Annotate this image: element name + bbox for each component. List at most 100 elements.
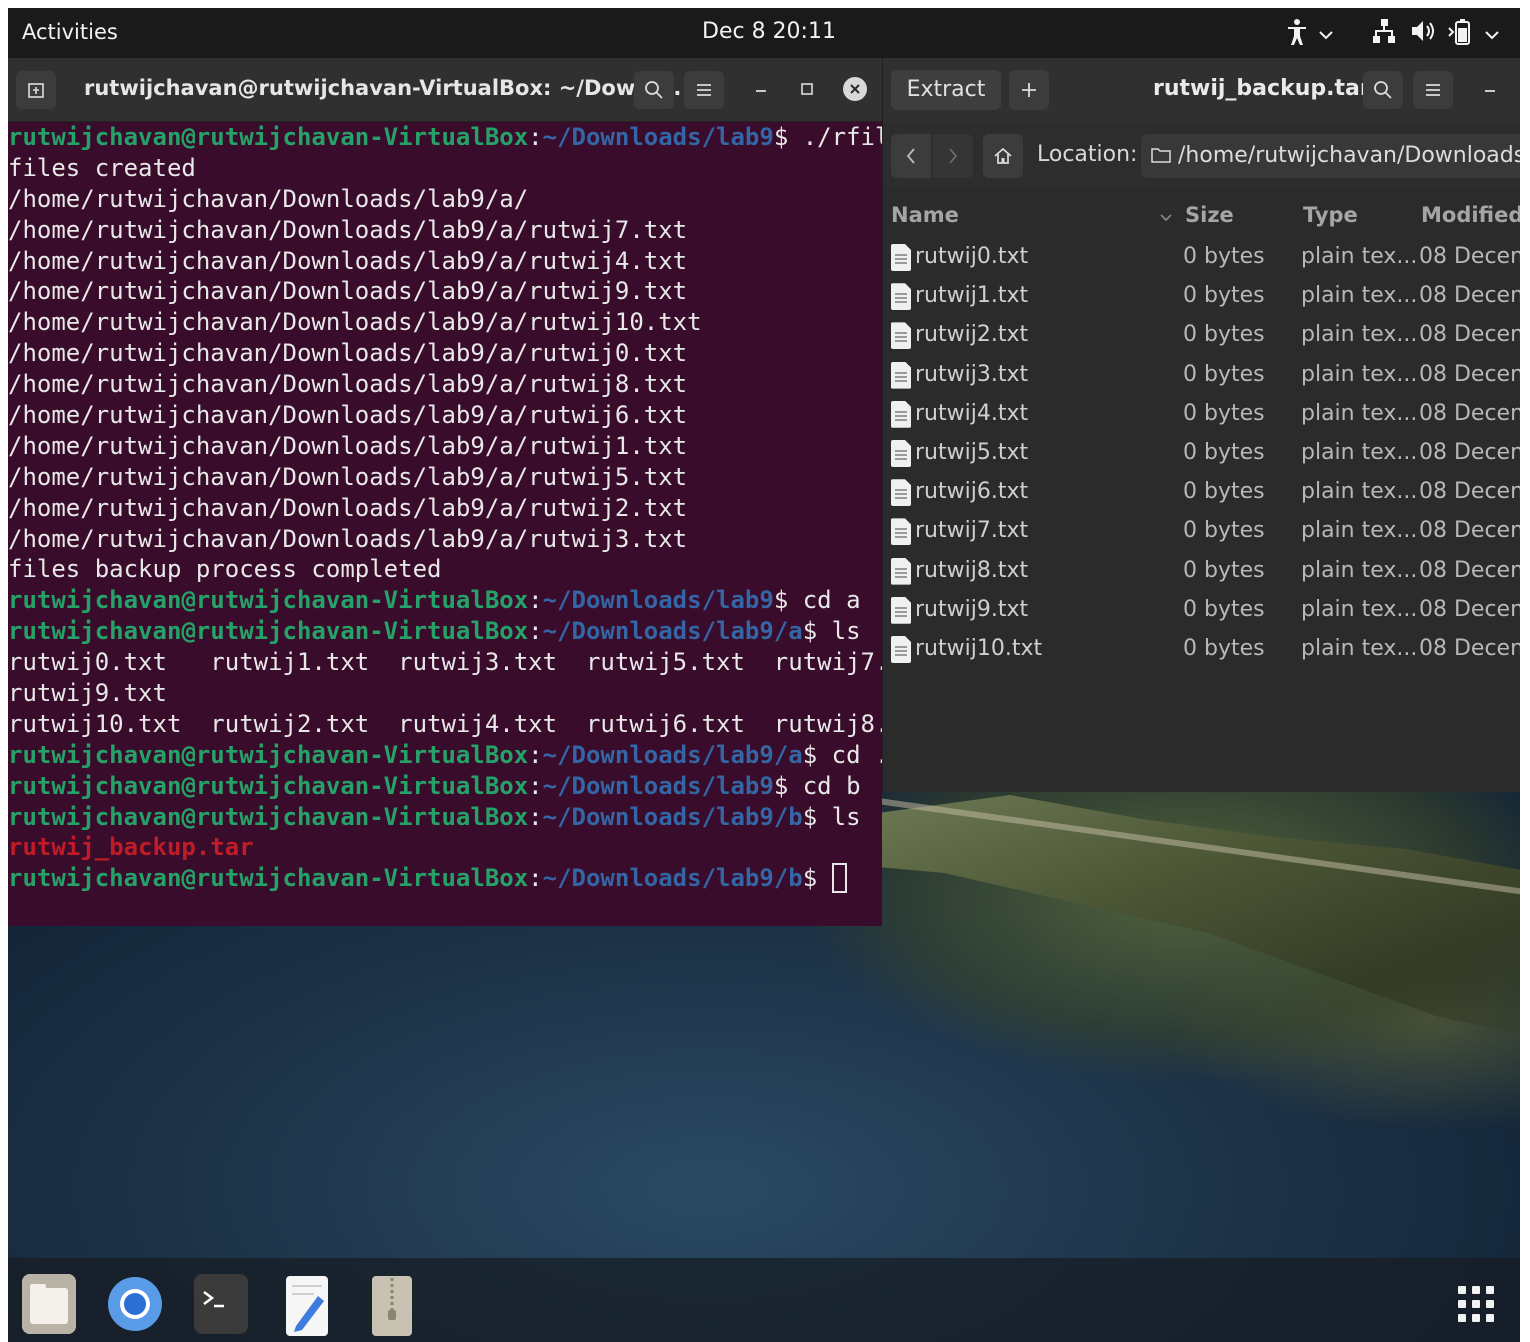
file-row[interactable]: rutwij4.txt 0 bytes plain tex...08 Decemb	[883, 395, 1520, 434]
files-icon[interactable]	[22, 1274, 76, 1334]
chevron-down-icon[interactable]	[1484, 22, 1500, 47]
output-text: /home/rutwijchavan/Downloads/lab9/a/	[8, 184, 529, 213]
terminal-menu-button[interactable]	[684, 71, 724, 109]
file-row[interactable]: rutwij1.txt 0 bytes plain tex...08 Decemb	[883, 277, 1520, 316]
terminal-output[interactable]: rutwijchavan@rutwijchavan-VirtualBox:~/D…	[8, 122, 882, 926]
text-editor-icon[interactable]	[284, 1274, 338, 1336]
minimize-icon[interactable]	[754, 78, 768, 99]
file-name: rutwij2.txt	[915, 322, 1029, 348]
prompt-user: rutwijchavan@rutwijchavan-VirtualBox	[8, 740, 529, 769]
terminal-output-line: files backup process completed	[8, 554, 882, 585]
command-text: cd b	[788, 771, 861, 800]
top-bar: Activities Dec 8 20:11	[8, 8, 1520, 58]
maximize-icon[interactable]	[800, 80, 814, 101]
chevron-down-icon[interactable]	[1318, 22, 1334, 47]
column-name[interactable]: Name	[891, 203, 959, 227]
close-icon[interactable]	[843, 77, 867, 101]
prompt-path: ~/Downloads/lab9/b	[542, 864, 803, 893]
terminal-output-line: /home/rutwijchavan/Downloads/lab9/a/rutw…	[8, 524, 882, 555]
battery-icon[interactable]	[1448, 18, 1474, 52]
volume-icon[interactable]	[1410, 18, 1436, 50]
show-apps-icon[interactable]	[1458, 1286, 1498, 1326]
file-name: rutwij9.txt	[915, 596, 1029, 622]
file-row[interactable]: rutwij2.txt 0 bytes plain tex...08 Decemb	[883, 316, 1520, 355]
terminal-search-button[interactable]	[634, 71, 674, 109]
archive-menu-button[interactable]	[1413, 71, 1453, 109]
text-file-icon	[891, 244, 911, 271]
folder-icon	[1151, 143, 1178, 168]
command-text: ls	[817, 802, 861, 831]
terminal-prompt-line: rutwijchavan@rutwijchavan-VirtualBox:~/D…	[8, 863, 882, 894]
back-button[interactable]	[891, 134, 931, 178]
clock[interactable]: Dec 8 20:11	[702, 19, 836, 44]
terminal-output-line: rutwij0.txt rutwij1.txt rutwij3.txt rutw…	[8, 647, 882, 678]
prompt-separator: :	[528, 586, 543, 615]
archive-search-button[interactable]	[1363, 71, 1403, 109]
archive-manager-icon[interactable]	[370, 1274, 424, 1336]
terminal-output-line: rutwij10.txt rutwij2.txt rutwij4.txt rut…	[8, 709, 882, 740]
terminal-output-line: /home/rutwijchavan/Downloads/lab9/a/	[8, 184, 882, 215]
home-button[interactable]	[983, 134, 1023, 178]
terminal-output-line: rutwij9.txt	[8, 678, 882, 709]
file-row[interactable]: rutwij0.txt 0 bytes plain tex...08 Decemb	[883, 238, 1520, 277]
location-field[interactable]: /home/rutwijchavan/Downloads/la	[1141, 134, 1520, 178]
prompt-user: rutwijchavan@rutwijchavan-VirtualBox	[8, 586, 529, 615]
file-row[interactable]: rutwij3.txt 0 bytes plain tex...08 Decemb	[883, 356, 1520, 395]
file-name: rutwij6.txt	[915, 479, 1029, 505]
terminal-output-line: /home/rutwijchavan/Downloads/lab9/a/rutw…	[8, 307, 882, 338]
new-tab-button[interactable]	[16, 71, 56, 109]
file-modified: 08 Decemb	[1419, 244, 1520, 269]
file-modified: 08 Decemb	[1419, 361, 1520, 387]
prompt-dollar: $	[773, 123, 789, 151]
grid-dot	[1458, 1286, 1466, 1294]
prompt-dollar: $	[802, 864, 818, 893]
terminal-output-line: /home/rutwijchavan/Downloads/lab9/a/rutw…	[8, 431, 882, 462]
output-text: rutwij10.txt rutwij2.txt rutwij4.txt rut…	[8, 709, 882, 738]
forward-button[interactable]	[933, 134, 973, 178]
file-modified: 08 Decemb	[1419, 596, 1520, 622]
terminal-output-line: files created	[8, 153, 882, 184]
sort-chevron-icon[interactable]	[1159, 204, 1173, 228]
file-row[interactable]: rutwij5.txt 0 bytes plain tex...08 Decemb	[883, 434, 1520, 473]
minimize-icon[interactable]	[1483, 78, 1497, 99]
command-text: cd ..	[831, 740, 882, 769]
command-text: ./rfile1.sh	[802, 123, 882, 151]
grid-dot	[1472, 1286, 1480, 1294]
terminal-prompt-line: rutwijchavan@rutwijchavan-VirtualBox:~/D…	[8, 616, 882, 647]
prompt-path: ~/Downloads/lab9	[542, 771, 774, 800]
output-text: /home/rutwijchavan/Downloads/lab9/a/rutw…	[8, 493, 688, 522]
file-row[interactable]: rutwij7.txt 0 bytes plain tex...08 Decemb	[883, 512, 1520, 551]
file-name: rutwij7.txt	[915, 518, 1029, 544]
extract-button[interactable]: Extract	[891, 70, 1001, 110]
activities-button[interactable]: Activities	[22, 20, 118, 44]
add-files-button[interactable]	[1009, 70, 1049, 110]
terminal-output-line: /home/rutwijchavan/Downloads/lab9/a/rutw…	[8, 369, 882, 400]
terminal-icon[interactable]	[194, 1274, 248, 1334]
file-type: plain tex...	[1301, 596, 1418, 622]
file-row[interactable]: rutwij9.txt 0 bytes plain tex...08 Decemb	[883, 591, 1520, 630]
file-row[interactable]: rutwij10.txt 0 bytes plain tex...08 Decemb	[883, 630, 1520, 669]
text-file-icon	[891, 557, 911, 585]
location-path: /home/rutwijchavan/Downloads/la	[1178, 143, 1520, 168]
prompt-path: ~/Downloads/lab9/a	[542, 617, 803, 646]
archive-title: rutwij_backup.tar	[1153, 76, 1371, 101]
file-size: 0 bytes	[1183, 596, 1265, 622]
prompt-path: ~/Downloads/lab9/a	[542, 740, 803, 769]
accessibility-icon[interactable]	[1286, 18, 1308, 52]
file-row[interactable]: rutwij6.txt 0 bytes plain tex...08 Decemb	[883, 473, 1520, 512]
column-modified[interactable]: Modified	[1421, 203, 1520, 227]
output-text: /home/rutwijchavan/Downloads/lab9/a/rutw…	[8, 401, 688, 430]
file-modified: 08 Decemb	[1419, 518, 1520, 544]
text-file-icon	[891, 440, 911, 467]
prompt-separator: :	[528, 123, 543, 151]
dock	[8, 1258, 1520, 1342]
terminal-output-line: /home/rutwijchavan/Downloads/lab9/a/rutw…	[8, 338, 882, 369]
network-icon[interactable]	[1372, 18, 1396, 50]
column-type[interactable]: Type	[1303, 203, 1358, 227]
prompt-separator: :	[528, 771, 543, 800]
column-size[interactable]: Size	[1185, 203, 1234, 227]
file-row[interactable]: rutwij8.txt 0 bytes plain tex...08 Decemb	[883, 552, 1520, 591]
chromium-icon[interactable]	[106, 1274, 162, 1334]
archive-header-bar: Extract rutwij_backup.tar	[883, 58, 1520, 122]
command-text: ls	[817, 617, 861, 646]
